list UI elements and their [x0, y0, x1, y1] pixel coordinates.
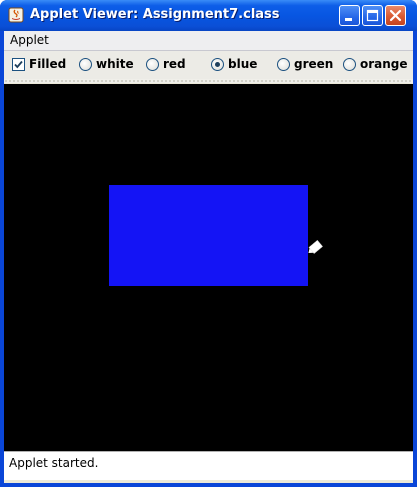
- checkmark-icon: [14, 60, 23, 69]
- maximize-icon: [366, 9, 379, 22]
- radio-label-blue: blue: [228, 57, 258, 71]
- menu-applet[interactable]: Applet: [10, 33, 49, 47]
- close-icon: [389, 9, 402, 22]
- radio-button-icon[interactable]: [146, 58, 159, 71]
- minimize-button[interactable]: [339, 5, 360, 26]
- minimize-icon: [345, 18, 352, 21]
- radio-button-icon[interactable]: [343, 58, 356, 71]
- radio-button-icon[interactable]: [277, 58, 290, 71]
- applet-viewer-window: Applet Viewer: Assignment7.class Applet: [0, 0, 417, 487]
- drawing-canvas[interactable]: [4, 84, 413, 451]
- filled-rectangle-shape: [109, 185, 308, 286]
- status-bar: Applet started.: [4, 451, 413, 480]
- menu-bar: Applet: [4, 31, 413, 51]
- radio-button-selected-icon[interactable]: [211, 58, 224, 71]
- radio-label-orange: orange: [360, 57, 408, 71]
- maximize-button[interactable]: [362, 5, 383, 26]
- radio-label-red: red: [163, 57, 186, 71]
- filled-checkbox[interactable]: [12, 58, 25, 71]
- panel-divider: [4, 79, 413, 83]
- radio-button-icon[interactable]: [79, 58, 92, 71]
- title-bar[interactable]: Applet Viewer: Assignment7.class: [0, 0, 417, 31]
- window-title: Applet Viewer: Assignment7.class: [30, 7, 280, 22]
- controls-panel: Filled white red blue green orange: [4, 51, 413, 79]
- mouse-cursor-icon: [308, 239, 323, 254]
- close-button[interactable]: [385, 5, 406, 26]
- radio-label-green: green: [294, 57, 334, 71]
- status-text: Applet started.: [9, 456, 99, 470]
- radio-label-white: white: [96, 57, 134, 71]
- java-app-icon[interactable]: [8, 7, 24, 23]
- applet-client-area: Applet Filled white red blue green orang…: [4, 31, 413, 483]
- filled-label: Filled: [29, 57, 67, 71]
